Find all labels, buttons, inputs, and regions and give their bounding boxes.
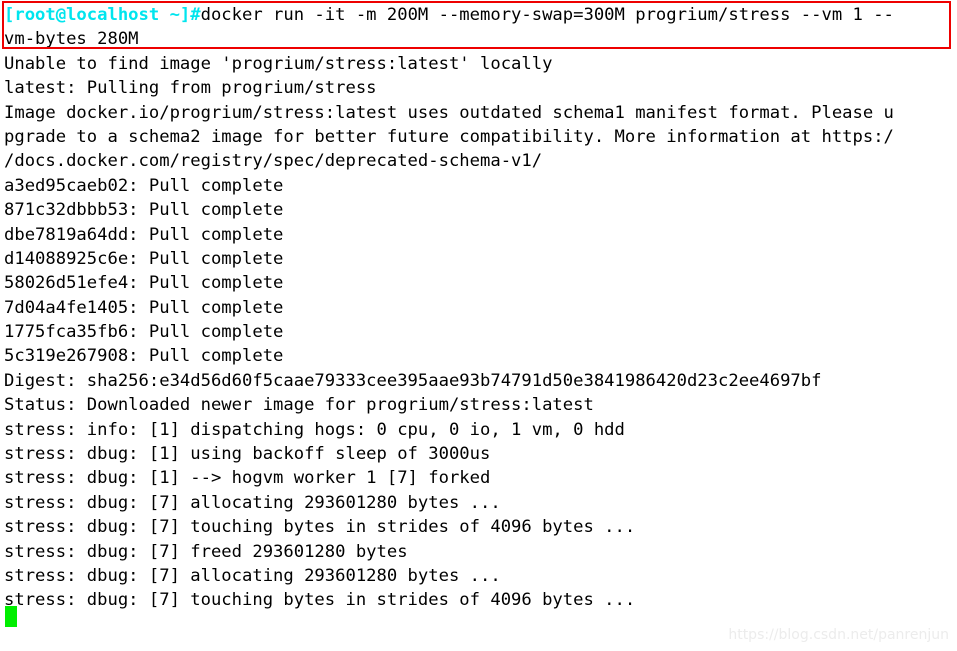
output-line: stress: dbug: [1] using backoff sleep of… — [4, 444, 491, 465]
output-line: 7d04a4fe1405: Pull complete — [4, 297, 284, 318]
output-line: 1775fca35fb6: Pull complete — [4, 322, 284, 343]
output-line: dbe7819a64dd: Pull complete — [4, 224, 284, 245]
output-line: stress: dbug: [7] allocating 293601280 b… — [4, 492, 501, 513]
output-line: latest: Pulling from progrium/stress — [4, 78, 377, 99]
output-line: pgrade to a schema2 image for better fut… — [4, 126, 894, 147]
output-line: 5c319e267908: Pull complete — [4, 346, 284, 367]
output-line: Status: Downloaded newer image for progr… — [4, 395, 594, 416]
output-line: 58026d51efe4: Pull complete — [4, 273, 284, 294]
watermark: https://blog.csdn.net/panrenjun — [728, 626, 949, 643]
command-line-wrapped: vm-bytes 280M — [4, 29, 139, 50]
terminal-window[interactable]: [root@localhost ~]#docker run -it -m 200… — [0, 0, 957, 651]
output-line: stress: dbug: [7] allocating 293601280 b… — [4, 565, 501, 586]
terminal-output-area[interactable]: [root@localhost ~]#docker run -it -m 200… — [4, 3, 954, 613]
command-line-primary: [root@localhost ~]#docker run -it -m 200… — [4, 3, 954, 27]
shell-prompt: [root@localhost ~]# — [4, 5, 201, 25]
output-line: d14088925c6e: Pull complete — [4, 248, 284, 269]
output-line: 871c32dbbb53: Pull complete — [4, 200, 284, 221]
output-line: Unable to find image 'progrium/stress:la… — [4, 53, 553, 74]
output-line: stress: info: [1] dispatching hogs: 0 cp… — [4, 419, 625, 440]
typed-command: docker run -it -m 200M --memory-swap=300… — [200, 5, 894, 25]
output-line: Image docker.io/progrium/stress:latest u… — [4, 102, 894, 123]
output-line: stress: dbug: [7] touching bytes in stri… — [4, 517, 636, 538]
output-line: a3ed95caeb02: Pull complete — [4, 175, 284, 196]
output-line: Digest: sha256:e34d56d60f5caae79333cee39… — [4, 370, 822, 391]
terminal-cursor — [5, 606, 17, 627]
output-line: stress: dbug: [7] freed 293601280 bytes — [4, 541, 408, 562]
output-line: stress: dbug: [1] --> hogvm worker 1 [7]… — [4, 468, 491, 489]
output-line: /docs.docker.com/registry/spec/deprecate… — [4, 151, 543, 172]
output-line: stress: dbug: [7] touching bytes in stri… — [4, 590, 636, 611]
